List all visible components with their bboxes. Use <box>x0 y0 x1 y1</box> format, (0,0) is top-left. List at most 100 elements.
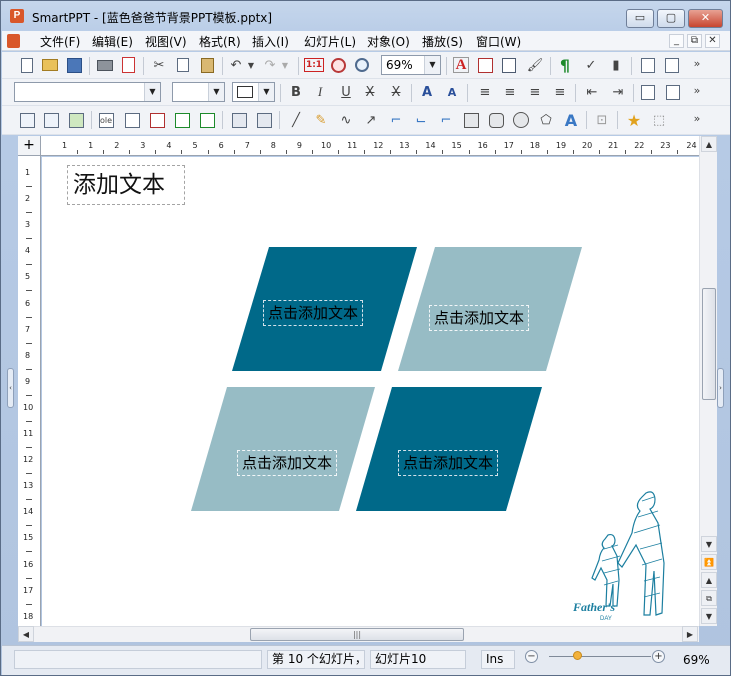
parallelogram-bottom-right[interactable] <box>356 387 542 511</box>
vertical-scroll-thumb[interactable] <box>702 288 716 400</box>
maximize-button[interactable]: ▢ <box>657 9 685 28</box>
spell-check-icon[interactable]: ✓ <box>581 55 601 75</box>
list-insert-icon[interactable] <box>499 55 519 75</box>
open-folder-icon[interactable] <box>40 55 60 75</box>
close-button[interactable]: ✕ <box>688 9 723 28</box>
paragraph-mark-icon[interactable]: ¶ <box>555 55 575 75</box>
previous-slide-icon[interactable]: ▲ <box>701 572 717 588</box>
right-panel-toggle-icon[interactable]: › <box>717 368 724 408</box>
italic-icon[interactable]: I <box>310 82 330 102</box>
menu-object[interactable]: 对象(O) <box>365 33 412 50</box>
horizontal-scrollbar[interactable]: ◀ ||| ▶ <box>18 626 699 642</box>
ole-object-icon[interactable]: ole <box>96 110 116 130</box>
actual-size-icon[interactable]: 1:1 <box>303 55 325 75</box>
decrease-indent-icon[interactable]: ⇤ <box>582 82 602 102</box>
zoom-in-icon[interactable]: + <box>652 650 665 663</box>
chevron-down-icon[interactable]: ▼ <box>144 83 160 101</box>
horizontal-scroll-thumb[interactable]: ||| <box>250 628 464 641</box>
menu-insert[interactable]: 插入(I) <box>250 33 291 50</box>
transition-icon[interactable]: ⬚ <box>649 110 669 130</box>
shapes-icon[interactable]: ⬠ <box>536 110 556 130</box>
zoom-icon[interactable] <box>352 55 372 75</box>
title-placeholder-icon[interactable] <box>638 55 658 75</box>
menu-file[interactable]: 文件(F) <box>38 33 82 50</box>
zoom-out-icon[interactable]: − <box>525 650 538 663</box>
picture-icon[interactable] <box>66 110 86 130</box>
new-document-icon[interactable] <box>17 55 37 75</box>
zoom-combo[interactable]: 69% ▼ <box>381 55 441 75</box>
page-number-frame-icon[interactable] <box>197 110 217 130</box>
menu-slide[interactable]: 幻灯片(L) <box>302 33 358 50</box>
slide-title-placeholder[interactable]: 添加文本 <box>67 165 185 205</box>
menu-edit[interactable]: 编辑(E) <box>90 33 135 50</box>
bullet-list-icon[interactable] <box>638 82 658 102</box>
first-slide-icon[interactable]: ⏫ <box>701 554 717 570</box>
zoom-slider-track[interactable] <box>549 656 651 657</box>
parallelogram-bottom-left[interactable] <box>191 387 375 511</box>
bold-icon[interactable]: B <box>286 82 306 102</box>
vertical-ruler[interactable]: 1 2 3 4 5 6 7 8 9 10 11 12 13 14 15 16 17 18 <box>18 156 41 626</box>
undo-icon[interactable]: ↶ <box>226 55 246 75</box>
mdi-minimize-button[interactable]: _ <box>669 34 684 48</box>
align-right-icon[interactable]: ≡ <box>525 82 545 102</box>
double-strikethrough-icon[interactable]: X <box>386 82 406 102</box>
font-name-combo[interactable]: ▼ <box>14 82 161 102</box>
statistics-icon[interactable]: ▮ <box>606 55 626 75</box>
movie-icon[interactable] <box>229 110 249 130</box>
slide-canvas[interactable]: Father's DAY 添加文本 点击添加文本 点击添加文本 点击添加文本 点… <box>42 157 699 626</box>
increase-font-icon[interactable]: A <box>417 82 437 102</box>
scroll-up-icon[interactable]: ▲ <box>701 136 717 152</box>
text-frame-icon[interactable] <box>147 110 167 130</box>
toolbar-more-button[interactable]: » <box>690 80 704 100</box>
undo-dropdown-icon[interactable]: ▼ <box>245 55 257 75</box>
curved-connector-icon[interactable]: ⌐ <box>436 110 456 130</box>
redo-icon[interactable]: ↷ <box>260 55 280 75</box>
star-effects-icon[interactable]: ★ <box>624 110 644 130</box>
scroll-left-icon[interactable]: ◀ <box>18 626 34 642</box>
numbered-list-icon[interactable] <box>663 82 683 102</box>
toolbar-more-button[interactable]: » <box>690 108 704 128</box>
text-object-icon[interactable]: A <box>451 55 471 75</box>
chevron-down-icon[interactable]: ▼ <box>208 83 224 101</box>
redo-dropdown-icon[interactable]: ▼ <box>279 55 291 75</box>
text-box-top-right[interactable]: 点击添加文本 <box>429 305 530 331</box>
zoom-fit-icon[interactable] <box>328 55 348 75</box>
rectangle-icon[interactable] <box>461 110 481 130</box>
chart-insert-icon[interactable] <box>475 55 495 75</box>
paste-icon[interactable] <box>197 55 217 75</box>
pencil-icon[interactable]: ✎ <box>311 110 331 130</box>
fontwork-icon[interactable]: A <box>561 110 581 130</box>
font-size-combo[interactable]: ▼ <box>172 82 225 102</box>
save-icon[interactable] <box>64 55 84 75</box>
copy-icon[interactable] <box>173 55 193 75</box>
page-frame-icon[interactable] <box>172 110 192 130</box>
scroll-right-icon[interactable]: ▶ <box>682 626 698 642</box>
text-box-bottom-right[interactable]: 点击添加文本 <box>398 450 499 476</box>
justify-icon[interactable]: ≡ <box>550 82 570 102</box>
toolbar-more-button[interactable]: » <box>690 53 704 73</box>
table-icon[interactable] <box>41 110 61 130</box>
page-number-icon[interactable] <box>662 55 682 75</box>
arrow-line-icon[interactable]: ↗ <box>361 110 381 130</box>
print-icon[interactable] <box>95 55 115 75</box>
align-left-icon[interactable]: ≡ <box>475 82 495 102</box>
line-icon[interactable]: ╱ <box>286 110 306 130</box>
slide-navigator-icon[interactable]: ⧉ <box>701 590 717 606</box>
align-center-icon[interactable]: ≡ <box>500 82 520 102</box>
format-painter-icon[interactable]: 🖌 <box>525 55 545 75</box>
formula-icon[interactable] <box>122 110 142 130</box>
strikethrough-icon[interactable]: X <box>360 82 380 102</box>
document-icon[interactable] <box>7 34 20 48</box>
vertical-scrollbar[interactable]: ▲ ▼ ⏫ ▲ ⧉ ▼ <box>699 136 717 626</box>
menu-format[interactable]: 格式(R) <box>197 33 243 50</box>
sound-icon[interactable] <box>254 110 274 130</box>
rounded-rectangle-icon[interactable] <box>486 110 506 130</box>
chevron-down-icon[interactable]: ▼ <box>424 56 440 74</box>
export-pdf-icon[interactable] <box>118 55 138 75</box>
decrease-font-icon[interactable]: A <box>442 82 462 102</box>
cut-icon[interactable]: ✂ <box>149 55 169 75</box>
mdi-restore-button[interactable]: ⧉ <box>687 34 702 48</box>
connector-icon[interactable]: ⌐ <box>386 110 406 130</box>
left-panel-toggle-icon[interactable]: ‹ <box>7 368 14 408</box>
menu-view[interactable]: 视图(V) <box>143 33 189 50</box>
